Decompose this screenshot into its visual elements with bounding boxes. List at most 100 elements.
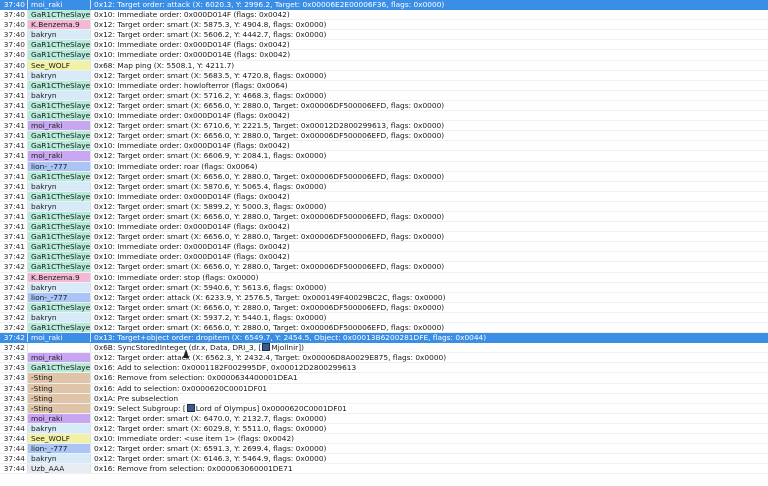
row-player: GaR1CTheSlayer [28, 323, 91, 333]
log-row[interactable]: 37:44 Uzb_AAA 0x16: Remove from selection:… [0, 464, 768, 475]
log-row[interactable]: 37:43 moi_raki 0x12: Target order: attack … [0, 353, 768, 364]
row-player: GaR1CTheSlayer [28, 141, 91, 151]
row-action: 0x12: Target order: smart (X: 5716.2, Y:… [94, 90, 327, 100]
row-time: 37:42 [0, 323, 28, 333]
row-time: 37:40 [0, 20, 28, 30]
log-row[interactable]: 37:41 GaR1CTheSlayer 0x12: Target order: s… [0, 211, 768, 223]
row-player: GaR1CTheSlayer [28, 191, 91, 201]
row-action: 0x12: Target order: smart (X: 6146.3, Y:… [94, 454, 327, 464]
log-row[interactable]: 37:42 bakryn 0x12: Target order: smart (X:… [0, 282, 768, 293]
row-action: 0x12: Target order: smart (X: 6656.0, Y:… [94, 323, 445, 332]
log-row[interactable]: 37:43 moi_raki 0x12: Target order: smart (… [0, 413, 768, 424]
row-action: 0x12: Target order: attack (X: 6233.9, Y… [94, 292, 446, 302]
log-row[interactable]: 37:42 GaR1CTheSlayer 0x10: Immediate order… [0, 252, 768, 263]
row-action: 0x10: Immediate order: 0x000D014F (flags… [94, 141, 290, 151]
log-row[interactable]: 37:41 bakryn 0x12: Target order: smart (X:… [0, 90, 768, 101]
row-action: 0x12: Target order: attack (X: 6020.3, Y… [94, 0, 445, 9]
row-time: 37:41 [0, 90, 28, 100]
log-row[interactable]: 37:40 GaR1CTheSlayer 0x10: Immediate order… [0, 50, 768, 61]
row-action: 0x10: Immediate order: <use item 1> (fla… [94, 434, 295, 444]
log-row[interactable]: 37:44 bakryn 0x12: Target order: smart (X:… [0, 423, 768, 435]
action-log-list[interactable]: 37:40 moi_raki 0x12: Target order: attack … [0, 0, 768, 486]
log-row[interactable]: 37:44 lion-_-777 0x12: Target order: smart… [0, 444, 768, 455]
log-row[interactable]: 37:41 GaR1CTheSlayer 0x12: Target order: s… [0, 171, 768, 182]
row-player: See_WOLF [28, 434, 91, 444]
log-row[interactable]: 37:43 -Sting 0x16: Remove from selection: … [0, 373, 768, 384]
row-action: 0x12: Target order: smart (X: 5683.5, Y:… [94, 70, 327, 80]
row-player: Uzb_AAA [28, 464, 91, 474]
row-action: 0x12: Target order: smart (X: 5870.6, Y:… [94, 181, 327, 191]
row-player: bakryn [28, 282, 91, 292]
row-time: 37:41 [0, 80, 28, 90]
log-row[interactable]: 37:42 moi_raki 0x13: Target+object order: … [0, 333, 768, 344]
log-row[interactable]: 37:42 lion-_-777 0x12: Target order: attac… [0, 292, 768, 303]
log-row[interactable]: 37:42 GaR1CTheSlayer 0x12: Target order: s… [0, 262, 768, 273]
row-player: GaR1CTheSlayer [28, 252, 91, 262]
row-player: GaR1CTheSlayer [28, 232, 91, 242]
log-row[interactable]: 37:40 moi_raki 0x12: Target order: attack … [0, 0, 768, 11]
log-row[interactable]: 37:40 K.Benzema.9 0x12: Target order: smar… [0, 20, 768, 31]
log-row[interactable]: 37:43 -Sting 0x1A: Pre subselection [0, 393, 768, 404]
row-action: 0x16: Remove from selection: 0x000063060… [94, 464, 293, 474]
log-row[interactable]: 37:41 GaR1CTheSlayer 0x12: Target order: s… [0, 100, 768, 112]
row-player: bakryn [28, 423, 91, 434]
log-row[interactable]: 37:42 bakryn 0x12: Target order: smart (X:… [0, 312, 768, 323]
log-row[interactable]: 37:44 See_WOLF 0x10: Immediate order: <use… [0, 434, 768, 445]
row-action: 0x68: Map ping (X: 5508.1, Y: 4211.7) [94, 60, 235, 70]
log-row[interactable]: 37:41 GaR1CTheSlayer 0x12: Target order: s… [0, 131, 768, 142]
log-row[interactable]: 37:41 moi_raki 0x12: Target order: smart (… [0, 151, 768, 162]
log-row[interactable]: 37:41 bakryn 0x12: Target order: smart (X:… [0, 201, 768, 212]
mouse-cursor-icon [183, 349, 189, 358]
row-player: GaR1CTheSlayer [28, 363, 91, 373]
row-player [28, 343, 91, 353]
row-action: 0x10: Immediate order: roar (flags: 0x00… [94, 161, 258, 171]
row-player: GaR1CTheSlayer [28, 211, 91, 222]
row-time: 37:42 [0, 272, 28, 282]
row-action: 0x1A: Pre subselection [94, 393, 179, 403]
log-row[interactable]: 37:41 GaR1CTheSlayer 0x10: Immediate order… [0, 141, 768, 152]
log-row[interactable]: 37:40 bakryn 0x12: Target order: smart (X:… [0, 30, 768, 41]
row-time: 37:42 [0, 333, 28, 343]
log-row[interactable]: 37:43 -Sting 0x19: Select Subgroup: [Lord … [0, 403, 768, 414]
row-action: 0x19: Select Subgroup: [Lord of Olympus]… [91, 403, 768, 413]
log-row[interactable]: 37:41 GaR1CTheSlayer 0x10: Immediate order… [0, 80, 768, 91]
log-row[interactable]: 37:42 K.Benzema.9 0x10: Immediate order: s… [0, 272, 768, 283]
row-player: GaR1CTheSlayer [28, 302, 91, 312]
log-row[interactable]: 37:41 bakryn 0x12: Target order: smart (X:… [0, 70, 768, 81]
row-player: moi_raki [28, 121, 91, 131]
log-row[interactable]: 37:44 bakryn 0x12: Target order: smart (X:… [0, 454, 768, 465]
row-player: GaR1CTheSlayer [28, 40, 91, 50]
row-action: 0x12: Target order: smart (X: 5606.2, Y:… [94, 30, 327, 40]
log-row[interactable]: 37:42 GaR1CTheSlayer 0x12: Target order: s… [0, 302, 768, 313]
row-time: 37:41 [0, 242, 28, 252]
log-row[interactable]: 37:41 GaR1CTheSlayer 0x12: Target order: s… [0, 232, 768, 243]
log-row[interactable]: 37:41 GaR1CTheSlayer 0x10: Immediate order… [0, 191, 768, 202]
log-row[interactable]: 37:41 moi_raki 0x12: Target order: smart (… [0, 121, 768, 132]
log-row[interactable]: 37:42 0x6B: SyncStoredInteger (dr.x, Data… [0, 343, 768, 354]
row-time: 37:40 [0, 10, 28, 20]
row-action: 0x12: Target order: smart (X: 6656.0, Y:… [94, 302, 445, 312]
log-row[interactable]: 37:41 GaR1CTheSlayer 0x10: Immediate order… [0, 242, 768, 253]
log-row[interactable]: 37:40 GaR1CTheSlayer 0x10: Immediate order… [0, 10, 768, 21]
log-row[interactable]: 37:41 GaR1CTheSlayer 0x10: Immediate order… [0, 111, 768, 122]
row-player: bakryn [28, 181, 91, 191]
log-row[interactable]: 37:40 See_WOLF 0x68: Map ping (X: 5508.1, … [0, 60, 768, 71]
log-row[interactable]: 37:41 GaR1CTheSlayer 0x10: Immediate order… [0, 222, 768, 233]
row-time: 37:44 [0, 444, 28, 454]
row-player: -Sting [28, 403, 91, 413]
row-player: bakryn [28, 70, 91, 80]
row-action-tail: Lord of Olympus] 0x0000620C0001DF01 [195, 403, 347, 413]
row-action: 0x10: Immediate order: 0x000D014F (flags… [94, 111, 290, 121]
row-player: See_WOLF [28, 60, 91, 70]
log-row[interactable]: 37:42 GaR1CTheSlayer 0x12: Target order: s… [0, 323, 768, 334]
log-row[interactable]: 37:41 lion-_-777 0x10: Immediate order: ro… [0, 161, 768, 172]
row-player: GaR1CTheSlayer [28, 10, 91, 20]
log-row[interactable]: 37:43 -Sting 0x16: Add to selection: 0x000… [0, 383, 768, 394]
row-action: 0x6B: SyncStoredInteger (dr.x, Data, DRI… [91, 343, 768, 352]
log-row[interactable]: 37:41 bakryn 0x12: Target order: smart (X:… [0, 181, 768, 192]
log-row[interactable]: 37:40 GaR1CTheSlayer 0x10: Immediate order… [0, 40, 768, 51]
row-action: 0x12: Target order: attack (X: 6562.3, Y… [94, 353, 447, 363]
log-row[interactable]: 37:43 GaR1CTheSlayer 0x16: Add to selectio… [0, 363, 768, 374]
row-time: 37:41 [0, 141, 28, 151]
row-time: 37:40 [0, 30, 28, 40]
